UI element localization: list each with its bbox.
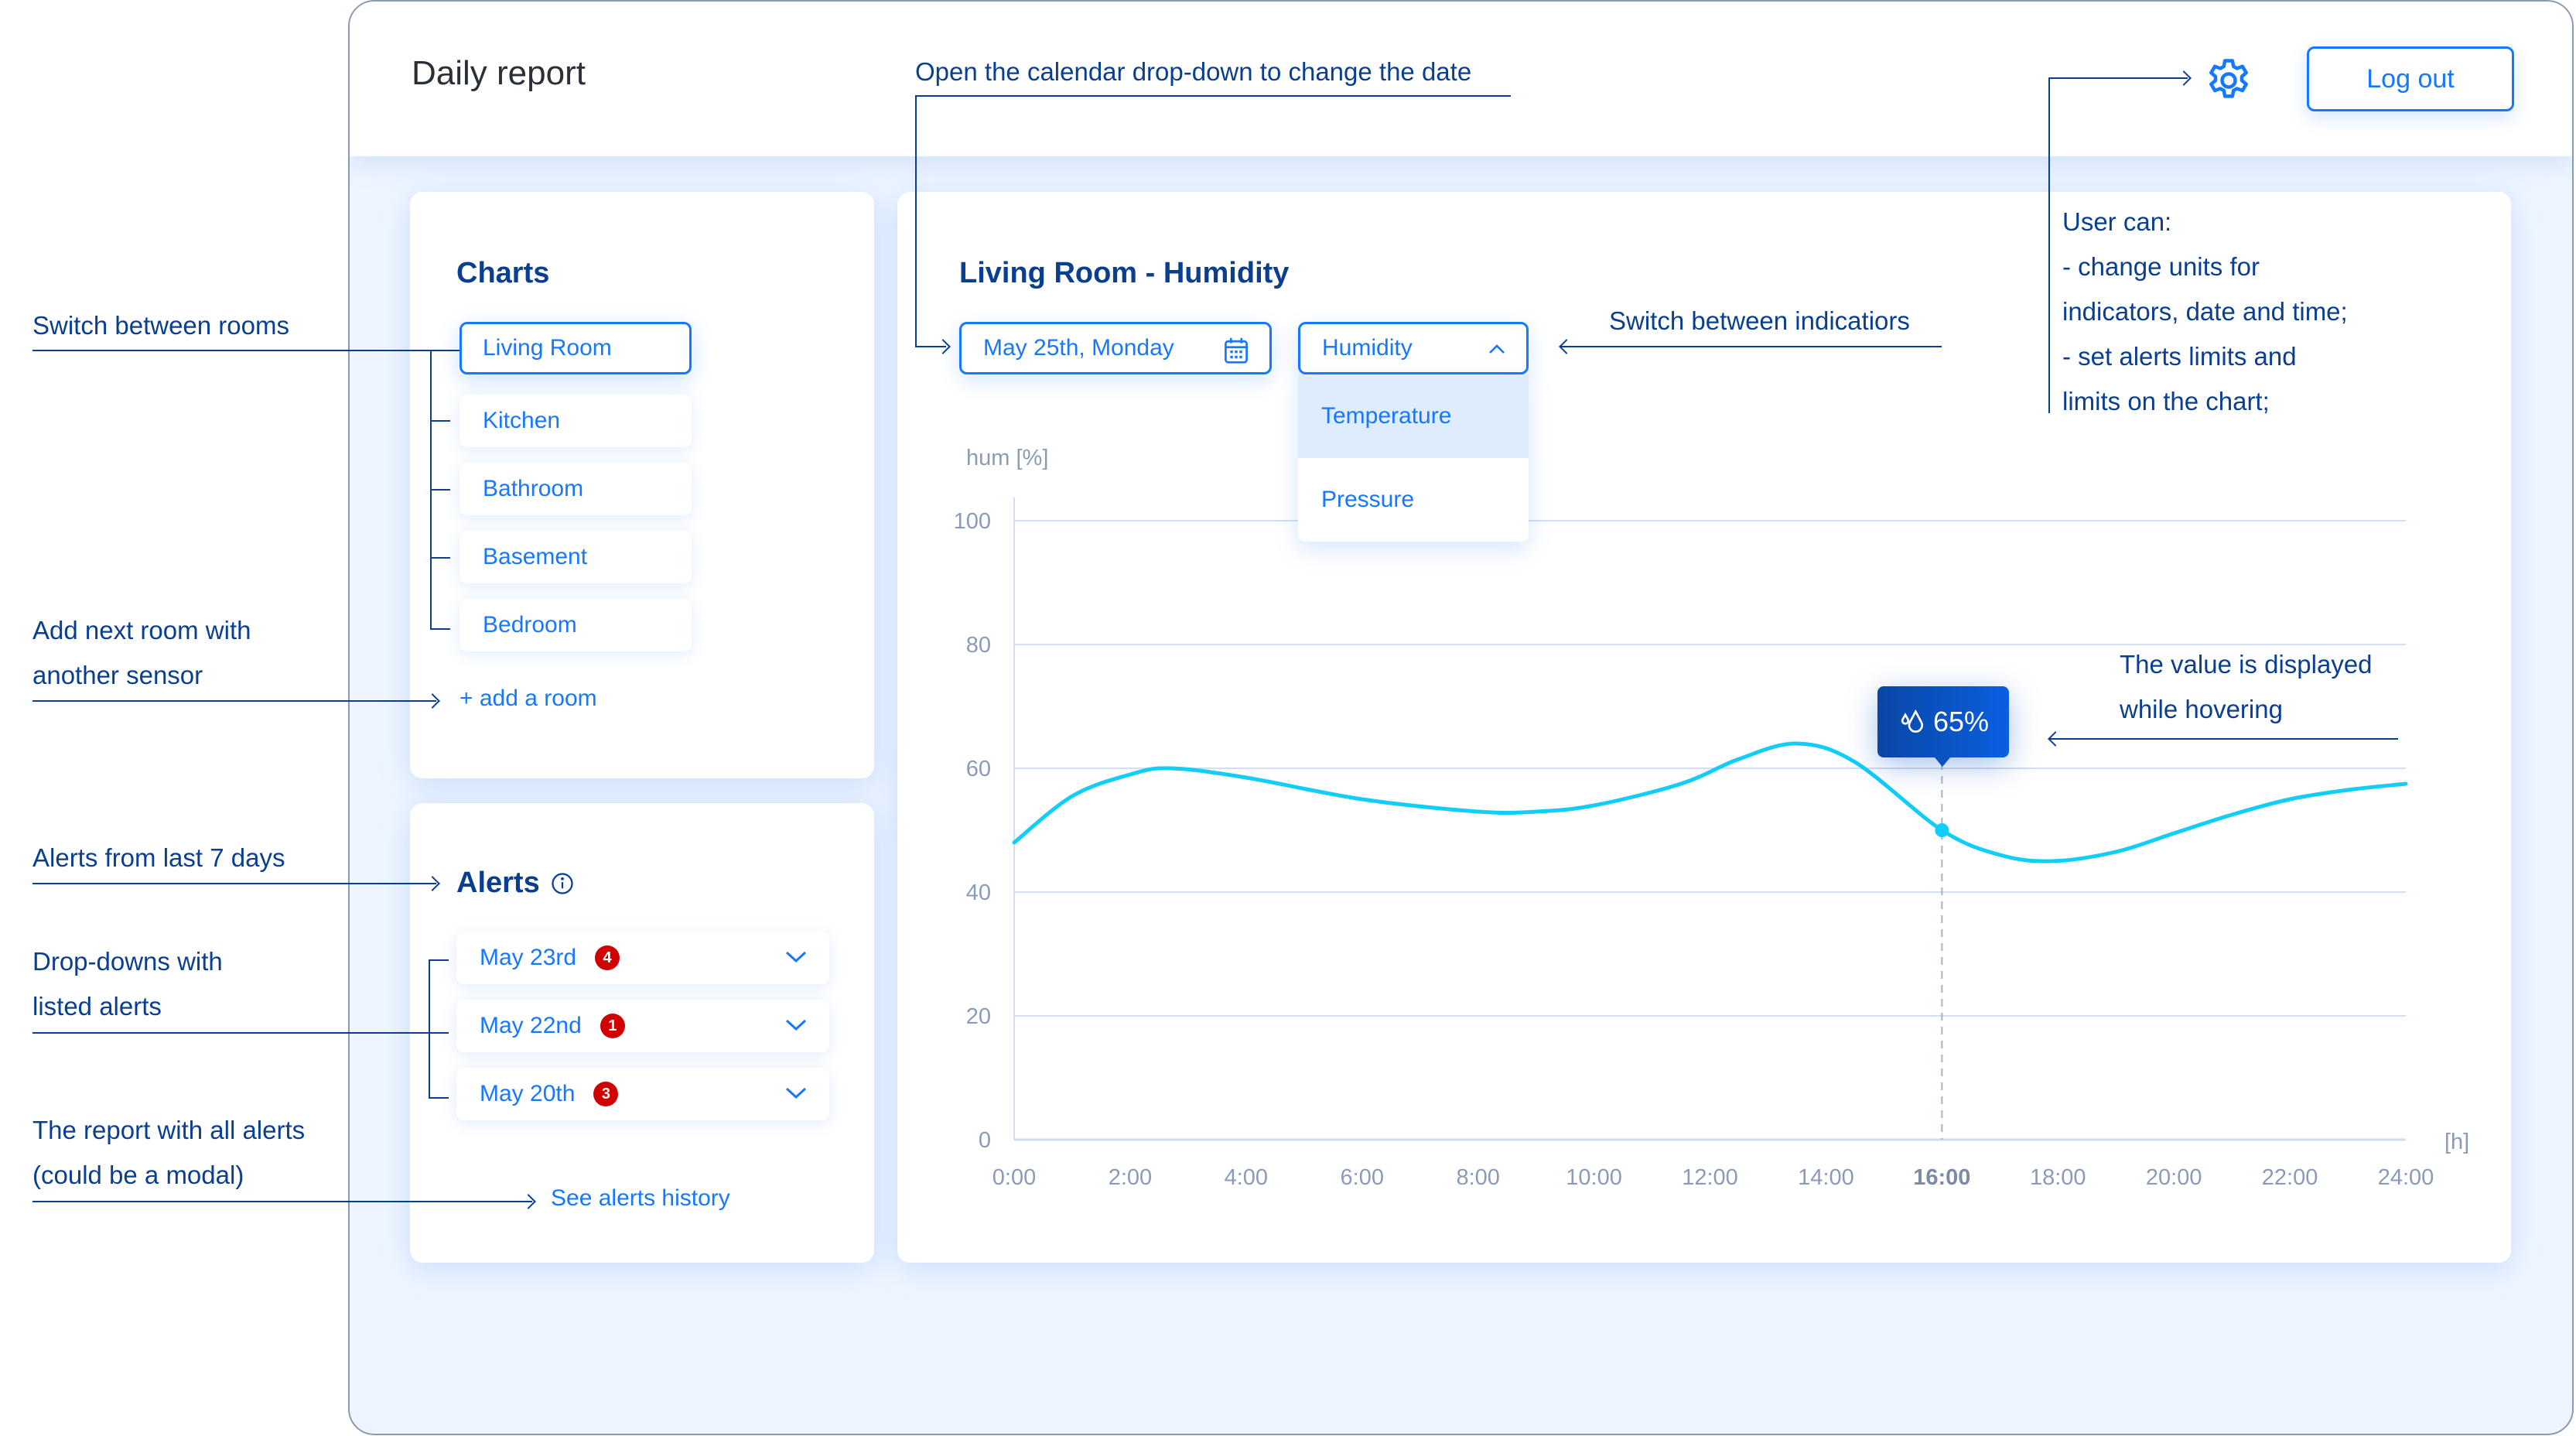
y-tick-label: 0 [979, 1128, 991, 1153]
connector-line [2048, 77, 2050, 413]
y-tick-label: 40 [966, 880, 991, 905]
connector-tick [429, 1097, 449, 1099]
indicator-value: Humidity [1322, 335, 1413, 361]
x-tick-label: 20:00 [2146, 1165, 2202, 1190]
annotation-calendar: Open the calendar drop-down to change th… [915, 57, 1472, 86]
annotation-line: limits on the chart; [2062, 387, 2270, 415]
connector-tick [430, 557, 450, 559]
chevron-up-icon [1489, 344, 1505, 354]
connector-line [429, 959, 430, 1099]
y-tick-label: 20 [966, 1004, 991, 1029]
x-tick-label: 24:00 [2378, 1165, 2434, 1190]
annotation-indicators: Switch between indicatiors [1609, 306, 1910, 335]
tooltip-value: 65% [1932, 706, 1990, 737]
connector-tick [430, 628, 450, 630]
date-picker[interactable]: May 25th, Monday [959, 322, 1272, 374]
y-tick-label: 100 [954, 509, 991, 534]
x-tick-label: 2:00 [1109, 1165, 1152, 1190]
connector-line [32, 700, 436, 702]
connector-tick [430, 420, 450, 422]
connector-line [2048, 77, 2188, 79]
calendar-icon [1225, 337, 1248, 364]
droplets-icon [1901, 709, 1923, 733]
x-tick-label: 22:00 [2262, 1165, 2318, 1190]
x-tick-label: 16:00 [1913, 1165, 1970, 1190]
y-tick-label: 60 [966, 757, 991, 781]
annotation-alerts-report: The report with all alerts (could be a m… [32, 1108, 305, 1198]
indicator-select[interactable]: Humidity [1298, 322, 1529, 374]
annotation-line: - change units for [2062, 252, 2260, 281]
connector-line [2048, 738, 2398, 740]
connector-tick [430, 489, 450, 491]
annotation-line: Drop-downs with [32, 947, 223, 976]
annotation-line: another sensor [32, 661, 203, 689]
annotation-line: (could be a modal) [32, 1161, 244, 1189]
annotation-line: indicators, date and time; [2062, 297, 2348, 326]
x-tick-label: 8:00 [1456, 1165, 1499, 1190]
connector-line [32, 883, 436, 884]
x-axis-label: [h] [2444, 1130, 2469, 1154]
humidity-series-line [1012, 741, 2408, 863]
annotation-hover: The value is displayed while hovering [2120, 642, 2373, 732]
annotation-line: The report with all alerts [32, 1116, 306, 1144]
x-tick-label: 0:00 [992, 1165, 1036, 1190]
annotation-line: User can: [2062, 207, 2172, 236]
annotation-add-room: Add next room with another sensor [32, 608, 251, 698]
connector-line [32, 1201, 532, 1202]
annotation-rooms: Switch between rooms [32, 311, 289, 340]
x-tick-label: 14:00 [1798, 1165, 1854, 1190]
x-tick-label: 10:00 [1566, 1165, 1622, 1190]
annotation-line: Add next room with [32, 616, 251, 644]
annotation-alerts-period: Alerts from last 7 days [32, 843, 285, 872]
indicator-option-pressure[interactable]: Pressure [1298, 458, 1529, 542]
connector-line [915, 95, 1511, 97]
date-value: May 25th, Monday [983, 335, 1174, 361]
indicator-menu: Temperature Pressure [1298, 374, 1529, 542]
annotation-alert-dropdowns: Drop-downs with listed alerts [32, 939, 223, 1029]
annotation-line: while hovering [2120, 695, 2283, 723]
connector-tick [429, 959, 449, 961]
annotation-line: The value is displayed [2120, 650, 2373, 679]
x-tick-label: 6:00 [1341, 1165, 1384, 1190]
annotation-settings: User can: - change units for indicators,… [2062, 200, 2348, 424]
x-tick-label: 18:00 [2030, 1165, 2086, 1190]
x-tick-label: 12:00 [1682, 1165, 1738, 1190]
indicator-option-temperature[interactable]: Temperature [1298, 374, 1529, 458]
value-tooltip: 65% [1877, 686, 2009, 767]
annotation-line: listed alerts [32, 992, 162, 1021]
annotation-line: - set alerts limits and [2062, 342, 2297, 371]
x-tick-label: 4:00 [1225, 1165, 1268, 1190]
y-tick-label: 80 [966, 633, 991, 658]
connector-line [915, 95, 917, 347]
hover-point[interactable] [1935, 823, 1949, 837]
connector-line [32, 350, 460, 351]
connector-line [1560, 346, 1942, 347]
connector-line [32, 1032, 449, 1034]
y-axis-label: hum [%] [966, 446, 1048, 470]
